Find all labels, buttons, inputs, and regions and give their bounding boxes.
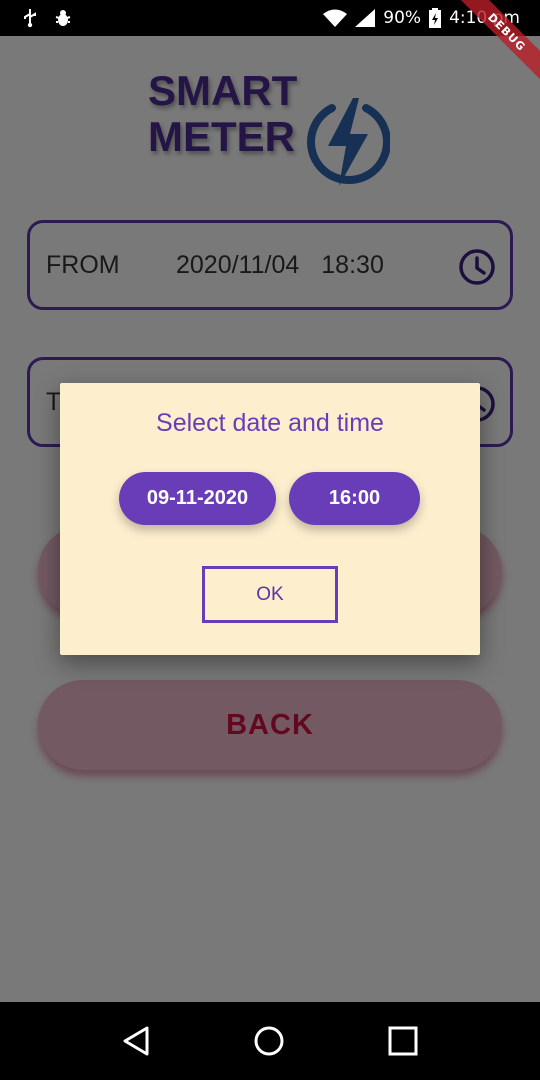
wifi-icon: [323, 9, 348, 27]
bug-icon: [54, 9, 72, 27]
battery-percent: 90%: [383, 8, 422, 28]
battery-charging-icon: [429, 8, 442, 28]
time-picker-button[interactable]: 16:00: [289, 472, 420, 525]
recents-square-icon[interactable]: [388, 1026, 418, 1056]
nav-bar: [0, 1002, 540, 1080]
ok-button[interactable]: OK: [202, 566, 338, 623]
back-triangle-icon[interactable]: [122, 1026, 150, 1056]
home-circle-icon[interactable]: [253, 1025, 285, 1057]
date-picker-button[interactable]: 09-11-2020: [119, 472, 276, 525]
status-left: [22, 8, 72, 28]
status-bar: 90% 4:10 pm: [0, 0, 540, 36]
signal-icon: [355, 9, 376, 27]
usb-icon: [22, 8, 38, 28]
dialog-title: Select date and time: [156, 409, 384, 437]
date-time-dialog: Select date and time 09-11-2020 16:00 OK: [60, 383, 480, 655]
